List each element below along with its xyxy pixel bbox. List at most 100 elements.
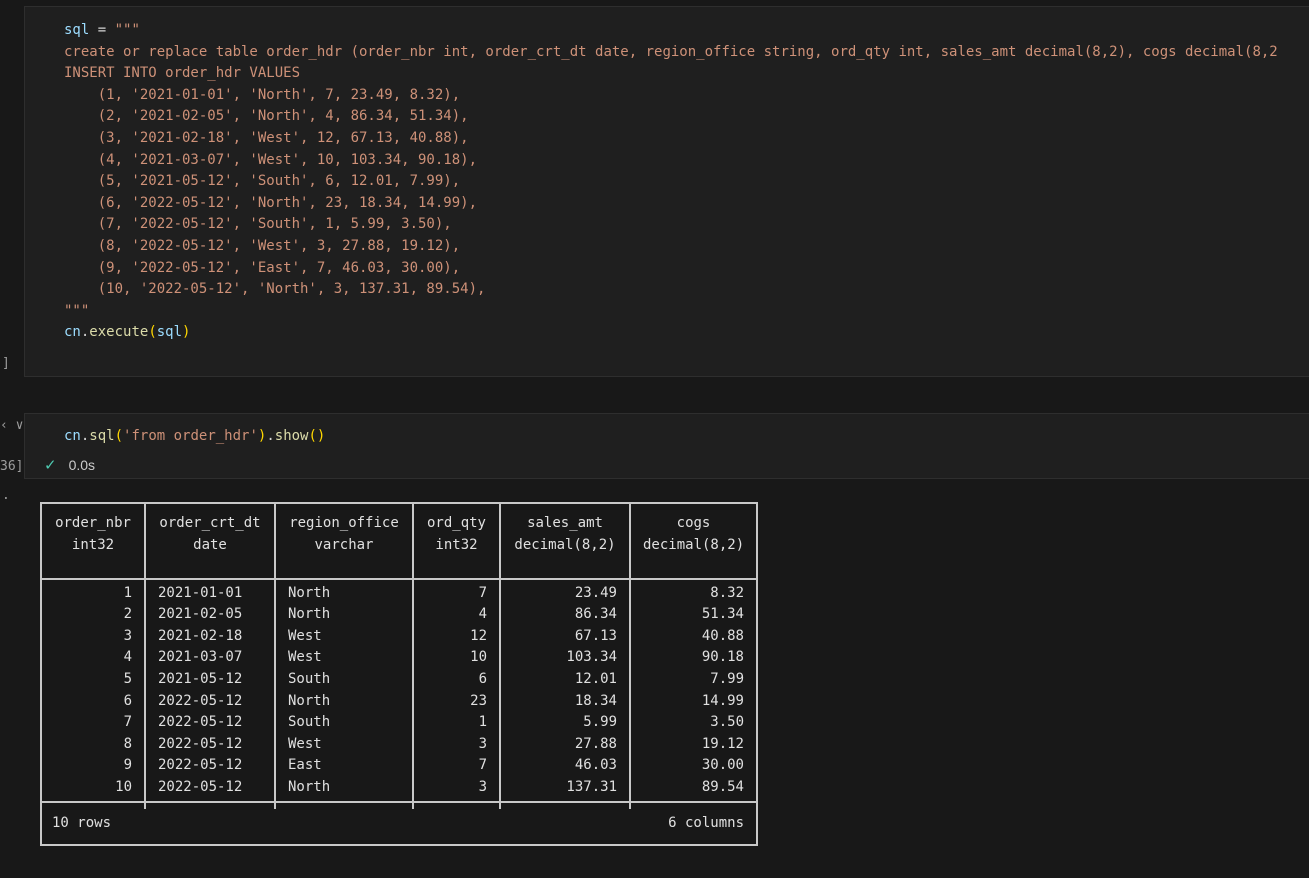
code-token: (4, '2021-03-07', 'West', 10, 103.34, 90…: [64, 151, 478, 168]
code-token: execute: [89, 324, 149, 341]
column-type: int32: [71, 536, 115, 553]
code-token: (: [114, 428, 124, 444]
code-token: """: [114, 22, 140, 38]
table-cell: 2022-05-12: [144, 733, 275, 756]
table-cell: 7: [412, 755, 500, 777]
code-token: INSERT INTO order_hdr VALUES: [64, 65, 301, 82]
table-cell: 2021-02-18: [144, 625, 275, 648]
table-cell: North: [274, 776, 413, 799]
code-token: (5, '2021-05-12', 'South', 6, 12.01, 7.9…: [64, 173, 461, 190]
column-header-cogs: cogs: [629, 504, 756, 535]
cell1-bracket: ]: [2, 356, 10, 371]
table-cell: 1: [123, 584, 132, 601]
table-row: 5 2021-05-12 South 6 12.01 7.99: [42, 668, 756, 691]
output-marker: .: [2, 488, 10, 503]
table-cell: 3: [123, 627, 132, 644]
code-token: create or replace table order_hdr (order…: [64, 43, 1278, 60]
table-cell: 12: [412, 625, 500, 648]
table-cell: 12.01: [499, 668, 630, 691]
column-header-order-nbr: order_nbr: [55, 515, 131, 531]
table-cell: 27.88: [499, 733, 630, 756]
table-cell: 23: [412, 690, 500, 713]
table-cell: 2021-01-01: [144, 578, 275, 605]
table-row: 8 2022-05-12 West 3 27.88 19.12: [42, 733, 756, 756]
column-header-sales-amt: sales_amt: [499, 504, 630, 535]
code-token: (1, '2021-01-01', 'North', 7, 23.49, 8.3…: [64, 86, 461, 103]
table-cell: 23.49: [499, 578, 630, 605]
table-cell: 7: [412, 578, 500, 605]
table-cell: 46.03: [499, 755, 630, 777]
code-editor-show-table[interactable]: cn.sql('from order_hdr').show(): [64, 426, 325, 448]
table-cell: 4: [412, 604, 500, 626]
cell2-collapse-chevron-icon[interactable]: ‹ ∨: [0, 418, 23, 433]
success-check-icon: ✓: [44, 457, 57, 474]
table-row: 6 2022-05-12 North 23 18.34 14.99: [42, 690, 756, 713]
code-token: (): [308, 428, 326, 444]
table-cell: 5: [123, 670, 132, 687]
code-token: (: [148, 324, 157, 341]
table-cell: 8.32: [629, 578, 756, 605]
column-type: decimal(8,2): [629, 534, 756, 557]
column-type: decimal(8,2): [499, 534, 630, 557]
table-cell: 6: [123, 692, 132, 709]
column-type: date: [144, 534, 275, 557]
table-row: 2 2021-02-05 North 4 86.34 51.34: [42, 604, 756, 626]
table-cell: 18.34: [499, 690, 630, 713]
table-cell: 14.99: [629, 690, 756, 713]
row-count: 10 rows: [52, 815, 112, 831]
table-cell: 2022-05-12: [144, 690, 275, 713]
table-cell: North: [274, 604, 413, 626]
code-token: """: [64, 302, 90, 319]
table-cell: North: [274, 690, 413, 713]
table-cell: 89.54: [629, 776, 756, 799]
table-cell: 3.50: [629, 712, 756, 734]
table-cell: West: [274, 733, 413, 756]
table-row: 7 2022-05-12 South 1 5.99 3.50: [42, 712, 756, 734]
table-cell: 2022-05-12: [144, 776, 275, 799]
table-cell: 2022-05-12: [144, 712, 275, 734]
table-row: 3 2021-02-18 West 12 67.13 40.88: [42, 625, 756, 648]
table-cell: 10: [115, 778, 132, 795]
execution-time: 0.0s: [68, 457, 96, 473]
result-table: order_nbr order_crt_dt region_office ord_qt…: [42, 504, 756, 809]
header-spacer: [499, 556, 630, 580]
table-cell: West: [274, 647, 413, 669]
table-cell: 90.18: [629, 647, 756, 669]
table-row: 10 2022-05-12 North 3 137.31 89.54: [42, 776, 756, 799]
column-type: int32: [412, 534, 500, 557]
table-cell: 30.00: [629, 755, 756, 777]
table-cell: 5.99: [499, 712, 630, 734]
table-cell: 7.99: [629, 668, 756, 691]
table-cell: 2021-03-07: [144, 647, 275, 669]
table-cell: 2021-05-12: [144, 668, 275, 691]
table-cell: North: [274, 578, 413, 605]
code-token: (2, '2021-02-05', 'North', 4, 86.34, 51.…: [64, 108, 469, 125]
table-cell: 86.34: [499, 604, 630, 626]
table-cell: 1: [412, 712, 500, 734]
column-header-order-crt-dt: order_crt_dt: [144, 504, 275, 535]
column-header-region-office: region_office: [274, 504, 413, 535]
code-token: sql: [64, 22, 90, 38]
code-editor-create-table[interactable]: sql = """ create or replace table order_…: [64, 20, 1278, 344]
table-cell: 51.34: [629, 604, 756, 626]
code-token: show: [274, 428, 309, 444]
table-cell: 10: [412, 647, 500, 669]
column-count: 6 columns: [668, 815, 744, 831]
table-cell: 2022-05-12: [144, 755, 275, 777]
table-row: 1 2021-01-01 North 7 23.49 8.32: [42, 578, 756, 605]
table-cell: 3: [412, 733, 500, 756]
cell2-execution-count: 36]: [0, 459, 24, 474]
code-token: =: [89, 22, 115, 38]
header-spacer: [629, 556, 756, 580]
table-cell: South: [274, 668, 413, 691]
code-token: sql: [156, 324, 183, 341]
header-spacer: [412, 556, 500, 580]
header-spacer: [144, 556, 275, 580]
table-cell: 8: [123, 735, 132, 752]
column-type: varchar: [274, 534, 413, 557]
code-token: sql: [89, 428, 115, 444]
code-token: (3, '2021-02-18', 'West', 12, 67.13, 40.…: [64, 129, 469, 146]
table-cell: 3: [412, 776, 500, 799]
table-cell: East: [274, 755, 413, 777]
table-cell: 137.31: [499, 776, 630, 799]
